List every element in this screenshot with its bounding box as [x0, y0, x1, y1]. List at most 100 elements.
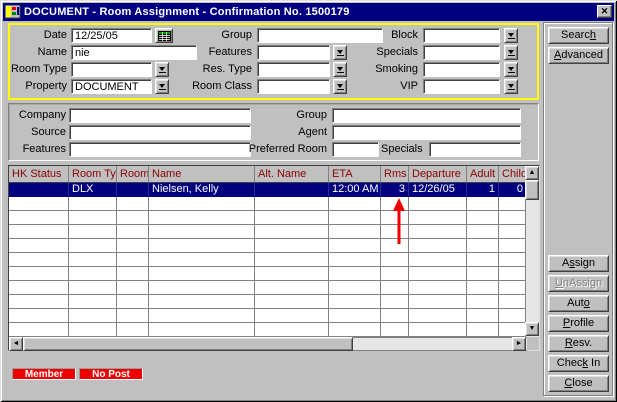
features-info-field[interactable]: [69, 142, 251, 157]
res-type-input[interactable]: [257, 62, 330, 77]
table-cell: [381, 323, 409, 337]
horizontal-scroll-thumb[interactable]: [23, 337, 353, 351]
table-cell: [69, 225, 117, 239]
table-cell: [69, 309, 117, 323]
check-in-button[interactable]: Check In: [548, 355, 609, 372]
table-cell: [117, 225, 149, 239]
table-cell: [381, 281, 409, 295]
group-info-label: Group: [237, 108, 327, 123]
room-type-input[interactable]: [71, 62, 152, 77]
table-cell: [409, 225, 467, 239]
company-field[interactable]: [69, 108, 251, 123]
table-row-empty[interactable]: [9, 323, 539, 337]
block-input[interactable]: [423, 28, 500, 43]
scroll-left-icon[interactable]: ◄: [9, 337, 23, 351]
specials-lov-button[interactable]: [504, 45, 518, 60]
table-cell: [69, 295, 117, 309]
preferred-room-field[interactable]: [332, 142, 379, 157]
table-cell: [409, 239, 467, 253]
smoking-input[interactable]: [423, 62, 500, 77]
table-cell: [9, 183, 69, 197]
advanced-button[interactable]: Advanced: [548, 47, 609, 64]
vip-label: VIP: [336, 79, 418, 94]
column-header-room: Room: [117, 166, 149, 183]
table-cell: [117, 183, 149, 197]
table-row-empty[interactable]: [9, 267, 539, 281]
table-cell: [329, 253, 381, 267]
table-cell: [117, 281, 149, 295]
unassign-button[interactable]: UnAssign: [548, 275, 609, 292]
table-cell: [499, 267, 527, 281]
room-class-input[interactable]: [257, 79, 330, 94]
chevron-down-icon: [508, 84, 514, 88]
table-row-empty[interactable]: [9, 211, 539, 225]
action-button-panel: Search Advanced Assign UnAssign Auto Pro…: [543, 22, 613, 396]
search-button[interactable]: Search: [548, 27, 609, 44]
features-input[interactable]: [257, 45, 330, 60]
horizontal-scrollbar[interactable]: ◄ ►: [9, 337, 527, 351]
table-row-empty[interactable]: [9, 239, 539, 253]
property-input[interactable]: [71, 79, 152, 94]
table-cell: [9, 295, 69, 309]
table-cell: [467, 225, 499, 239]
table-cell: [467, 309, 499, 323]
table-cell: [117, 253, 149, 267]
column-header-room-type: Room Type: [69, 166, 117, 183]
table-cell: [409, 211, 467, 225]
lov-underline: [508, 72, 515, 73]
table-row-empty[interactable]: [9, 225, 539, 239]
table-cell: [255, 309, 329, 323]
profile-button[interactable]: Profile: [548, 315, 609, 332]
table-cell: [381, 295, 409, 309]
table-cell: [499, 323, 527, 337]
table-cell: [255, 281, 329, 295]
table-cell: [9, 211, 69, 225]
smoking-lov-button[interactable]: [504, 62, 518, 77]
specials-input[interactable]: [423, 45, 500, 60]
scroll-down-icon[interactable]: ▼: [525, 322, 539, 336]
table-row-empty[interactable]: [9, 281, 539, 295]
vertical-scrollbar[interactable]: ▲ ▼: [525, 166, 539, 337]
vertical-scroll-thumb[interactable]: [525, 180, 539, 200]
close-icon[interactable]: ✕: [597, 5, 612, 18]
table-cell: [149, 225, 255, 239]
room-class-label: Room Class: [158, 79, 252, 94]
vip-input[interactable]: [423, 79, 500, 94]
scroll-up-icon[interactable]: ▲: [525, 166, 539, 180]
group-info-field[interactable]: [332, 108, 521, 123]
agent-field[interactable]: [332, 125, 521, 140]
table-cell: [329, 295, 381, 309]
table-row[interactable]: DLXNielsen, Kelly12:00 AM312/26/0510: [9, 183, 539, 197]
specials-info-field[interactable]: [429, 142, 521, 157]
reservation-info-panel: Company Source Features Group Agent Pref…: [8, 103, 539, 161]
auto-button[interactable]: Auto: [548, 295, 609, 312]
table-cell: [149, 323, 255, 337]
company-label: Company: [9, 108, 66, 123]
block-lov-button[interactable]: [504, 28, 518, 43]
table-cell: [149, 197, 255, 211]
date-input[interactable]: [71, 28, 152, 43]
column-header-child: Child: [499, 166, 527, 183]
app-icon[interactable]: [5, 5, 21, 19]
table-cell: [409, 281, 467, 295]
assign-button[interactable]: Assign: [548, 255, 609, 272]
source-field[interactable]: [69, 125, 251, 140]
table-row-empty[interactable]: [9, 295, 539, 309]
table-row-empty[interactable]: [9, 253, 539, 267]
table-row-empty[interactable]: [9, 309, 539, 323]
table-cell: [69, 281, 117, 295]
table-cell: [409, 323, 467, 337]
table-cell: [409, 267, 467, 281]
close-button[interactable]: Close: [548, 375, 609, 392]
table-cell: [467, 197, 499, 211]
table-cell: [149, 295, 255, 309]
scroll-right-icon[interactable]: ►: [512, 337, 526, 351]
column-header-adult: Adult: [467, 166, 499, 183]
table-cell: [467, 295, 499, 309]
table-cell: [255, 197, 329, 211]
table-cell: [149, 267, 255, 281]
vip-lov-button[interactable]: [504, 79, 518, 94]
column-header-alt-name: Alt. Name: [255, 166, 329, 183]
table-row-empty[interactable]: [9, 197, 539, 211]
resv-button[interactable]: Resv.: [548, 335, 609, 352]
